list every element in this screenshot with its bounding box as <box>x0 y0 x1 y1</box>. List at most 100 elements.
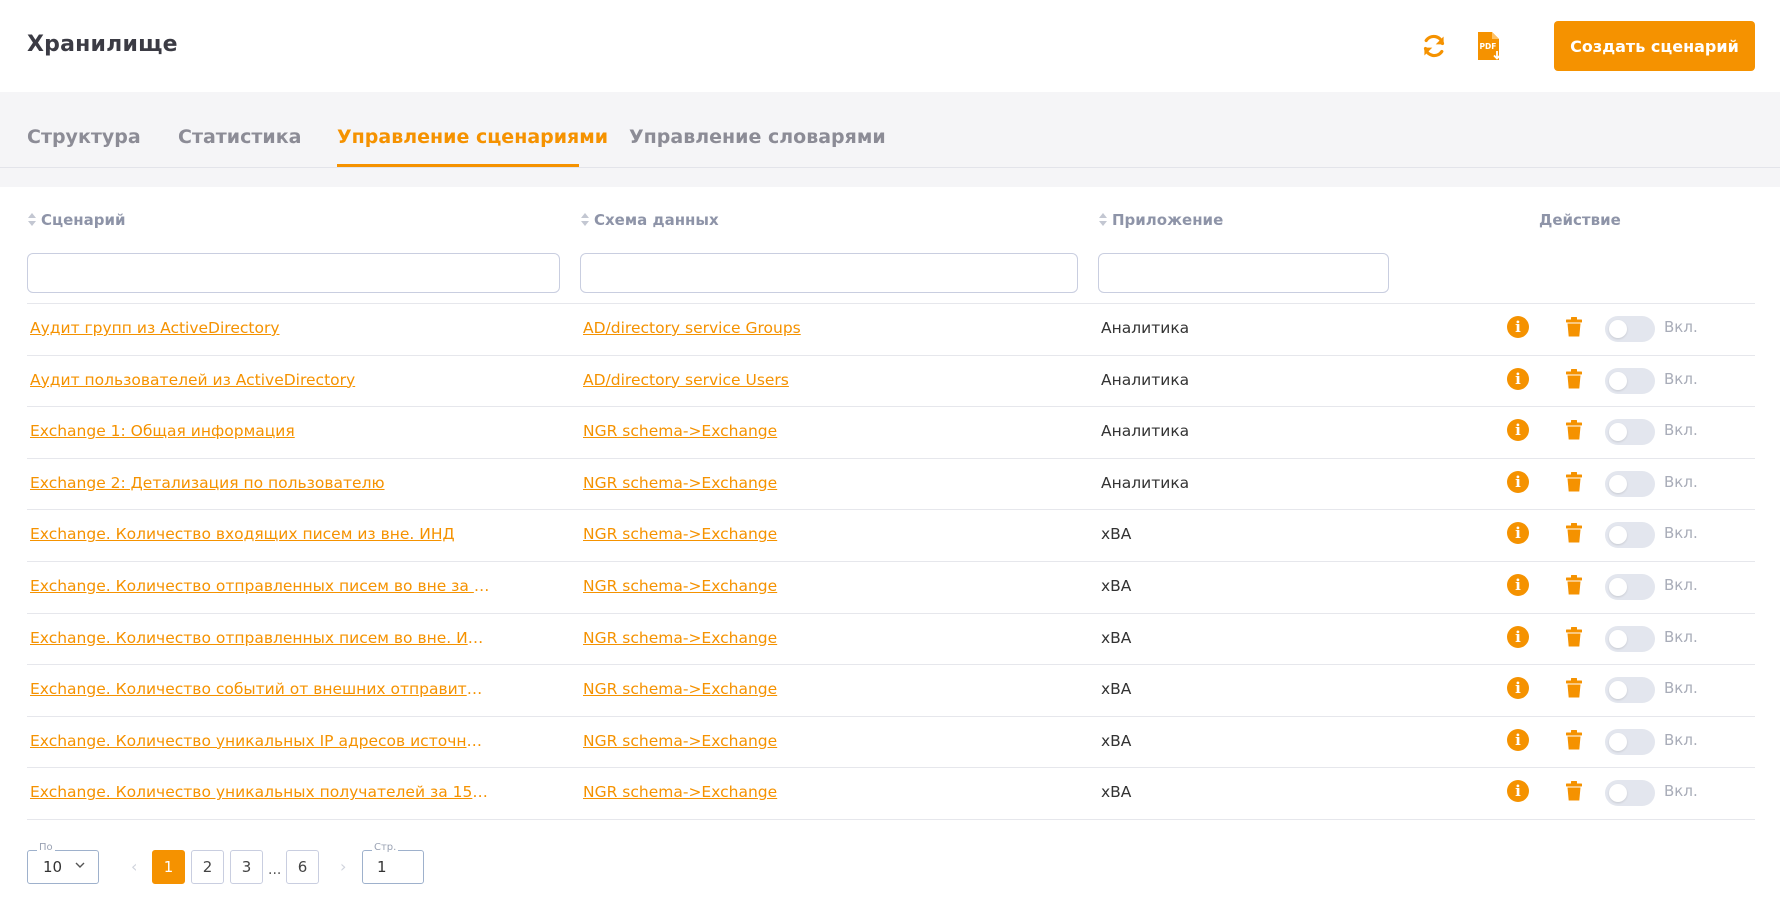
scenario-link[interactable]: Аудит пользователей из ActiveDirectory <box>30 371 490 389</box>
sort-icon[interactable] <box>1098 213 1108 227</box>
sort-icon[interactable] <box>580 213 590 227</box>
schema-link[interactable]: NGR schema->Exchange <box>583 474 777 492</box>
scenario-link[interactable]: Exchange. Количество отправленных писем … <box>30 629 490 647</box>
enable-toggle[interactable] <box>1605 316 1655 342</box>
toggle-label: Вкл. <box>1664 730 1698 749</box>
trash-icon[interactable] <box>1563 522 1585 544</box>
tab-bar: Структура Статистика Управление сценария… <box>0 92 1780 168</box>
enable-toggle[interactable] <box>1605 522 1655 549</box>
column-header-scenario-label: Сценарий <box>41 211 126 229</box>
tab-statistics[interactable]: Статистика <box>178 126 301 148</box>
table-row: Exchange. Количество отправленных писем … <box>27 614 1755 666</box>
prev-page-arrow-icon[interactable]: ‹ <box>131 857 137 876</box>
table-row: Аудит пользователей из ActiveDirectory AD… <box>27 356 1755 408</box>
pdf-badge-text: PDF <box>1480 42 1497 51</box>
goto-page-field[interactable]: Стр. <box>362 842 424 884</box>
schema-link[interactable]: AD/directory service Groups <box>583 319 801 337</box>
trash-icon[interactable] <box>1563 677 1585 699</box>
scenario-link[interactable]: Exchange 1: Общая информация <box>30 422 490 440</box>
info-icon[interactable]: i <box>1507 728 1529 751</box>
enable-toggle[interactable] <box>1605 367 1655 394</box>
info-icon[interactable]: i <box>1507 367 1529 390</box>
scenario-link[interactable]: Exchange. Количество событий от внешних … <box>30 680 490 698</box>
trash-icon[interactable] <box>1563 419 1585 441</box>
toggle-knob <box>1609 681 1627 700</box>
per-page-select[interactable]: По 10 <box>27 842 99 884</box>
table-row: Exchange 1: Общая информация NGR schema->… <box>27 407 1755 459</box>
enable-toggle[interactable] <box>1605 625 1655 652</box>
table-row: Exchange. Количество входящих писем из в… <box>27 510 1755 562</box>
app-name: xBA <box>1101 525 1132 544</box>
app-name: Аналитика <box>1101 473 1190 492</box>
trash-icon[interactable] <box>1563 368 1585 390</box>
info-icon[interactable]: i <box>1507 677 1529 700</box>
table-body: Аудит групп из ActiveDirectory AD/directo… <box>27 303 1755 820</box>
enable-toggle[interactable] <box>1605 677 1655 704</box>
info-icon[interactable]: i <box>1507 470 1529 493</box>
toggle-label: Вкл. <box>1664 575 1698 594</box>
create-scenario-button[interactable]: Создать сценарий <box>1554 21 1755 71</box>
schema-link[interactable]: NGR schema->Exchange <box>583 680 777 698</box>
table-row: Exchange. Количество уникальных получате… <box>27 768 1755 820</box>
scenario-link[interactable]: Exchange. Количество входящих писем из в… <box>30 525 490 543</box>
scenario-link[interactable]: Exchange. Количество отправленных писем … <box>30 577 490 595</box>
trash-icon[interactable] <box>1563 780 1585 802</box>
tab-structure[interactable]: Структура <box>27 126 141 148</box>
column-header-app-label: Приложение <box>1112 211 1224 229</box>
info-icon[interactable]: i <box>1507 419 1529 442</box>
enable-toggle[interactable] <box>1605 728 1655 755</box>
enable-toggle[interactable] <box>1605 573 1655 600</box>
column-header-schema[interactable]: Схема данных <box>580 211 719 229</box>
schema-link[interactable]: NGR schema->Exchange <box>583 783 777 801</box>
enable-toggle[interactable] <box>1605 780 1655 807</box>
column-header-action-label: Действие <box>1539 211 1621 229</box>
column-header-scenario[interactable]: Сценарий <box>27 211 126 229</box>
page-button-6[interactable]: 6 <box>286 850 319 884</box>
enable-toggle[interactable] <box>1605 419 1655 446</box>
toggle-knob <box>1609 526 1627 545</box>
schema-filter-input[interactable] <box>580 253 1078 293</box>
schema-link[interactable]: AD/directory service Users <box>583 371 789 389</box>
page-button-2[interactable]: 2 <box>191 850 224 884</box>
sort-icon[interactable] <box>27 213 37 227</box>
schema-link[interactable]: NGR schema->Exchange <box>583 732 777 750</box>
toggle-knob <box>1609 732 1627 751</box>
schema-link[interactable]: NGR schema->Exchange <box>583 629 777 647</box>
trash-icon[interactable] <box>1563 471 1585 493</box>
pdf-download-icon[interactable]: PDF <box>1474 30 1504 62</box>
toggle-label: Вкл. <box>1664 369 1698 388</box>
scenario-link[interactable]: Exchange. Количество уникальных IP адрес… <box>30 732 490 750</box>
pagination-ellipsis: ... <box>268 862 282 878</box>
column-header-app[interactable]: Приложение <box>1098 211 1223 229</box>
info-icon[interactable]: i <box>1507 522 1529 545</box>
scenario-link[interactable]: Exchange 2: Детализация по пользователю <box>30 474 490 492</box>
scenario-link[interactable]: Аудит групп из ActiveDirectory <box>30 319 490 337</box>
schema-link[interactable]: NGR schema->Exchange <box>583 422 777 440</box>
schema-link[interactable]: NGR schema->Exchange <box>583 525 777 543</box>
trash-icon[interactable] <box>1563 626 1585 648</box>
scenario-filter-input[interactable] <box>27 253 560 293</box>
enable-toggle[interactable] <box>1605 470 1655 497</box>
next-page-arrow-icon[interactable]: › <box>340 857 346 876</box>
info-icon[interactable]: i <box>1507 573 1529 596</box>
chevron-down-icon <box>75 862 85 868</box>
app-name: Аналитика <box>1101 370 1190 389</box>
tab-scenario-management[interactable]: Управление сценариями <box>337 126 608 148</box>
refresh-icon[interactable] <box>1419 30 1449 62</box>
app-filter-input[interactable] <box>1098 253 1389 293</box>
toggle-label: Вкл. <box>1664 627 1698 646</box>
tab-dictionary-management[interactable]: Управление словарями <box>629 126 886 148</box>
page-button-3[interactable]: 3 <box>230 850 263 884</box>
trash-icon[interactable] <box>1563 574 1585 596</box>
goto-page-input[interactable] <box>377 858 417 876</box>
scenario-link[interactable]: Exchange. Количество уникальных получате… <box>30 783 490 801</box>
info-icon[interactable]: i <box>1507 316 1529 338</box>
info-icon[interactable]: i <box>1507 780 1529 803</box>
info-icon[interactable]: i <box>1507 625 1529 648</box>
schema-link[interactable]: NGR schema->Exchange <box>583 577 777 595</box>
trash-icon[interactable] <box>1563 729 1585 751</box>
per-page-value: 10 <box>43 858 63 876</box>
per-page-label: По <box>37 842 55 854</box>
trash-icon[interactable] <box>1563 316 1585 338</box>
page-button-1[interactable]: 1 <box>152 850 185 884</box>
